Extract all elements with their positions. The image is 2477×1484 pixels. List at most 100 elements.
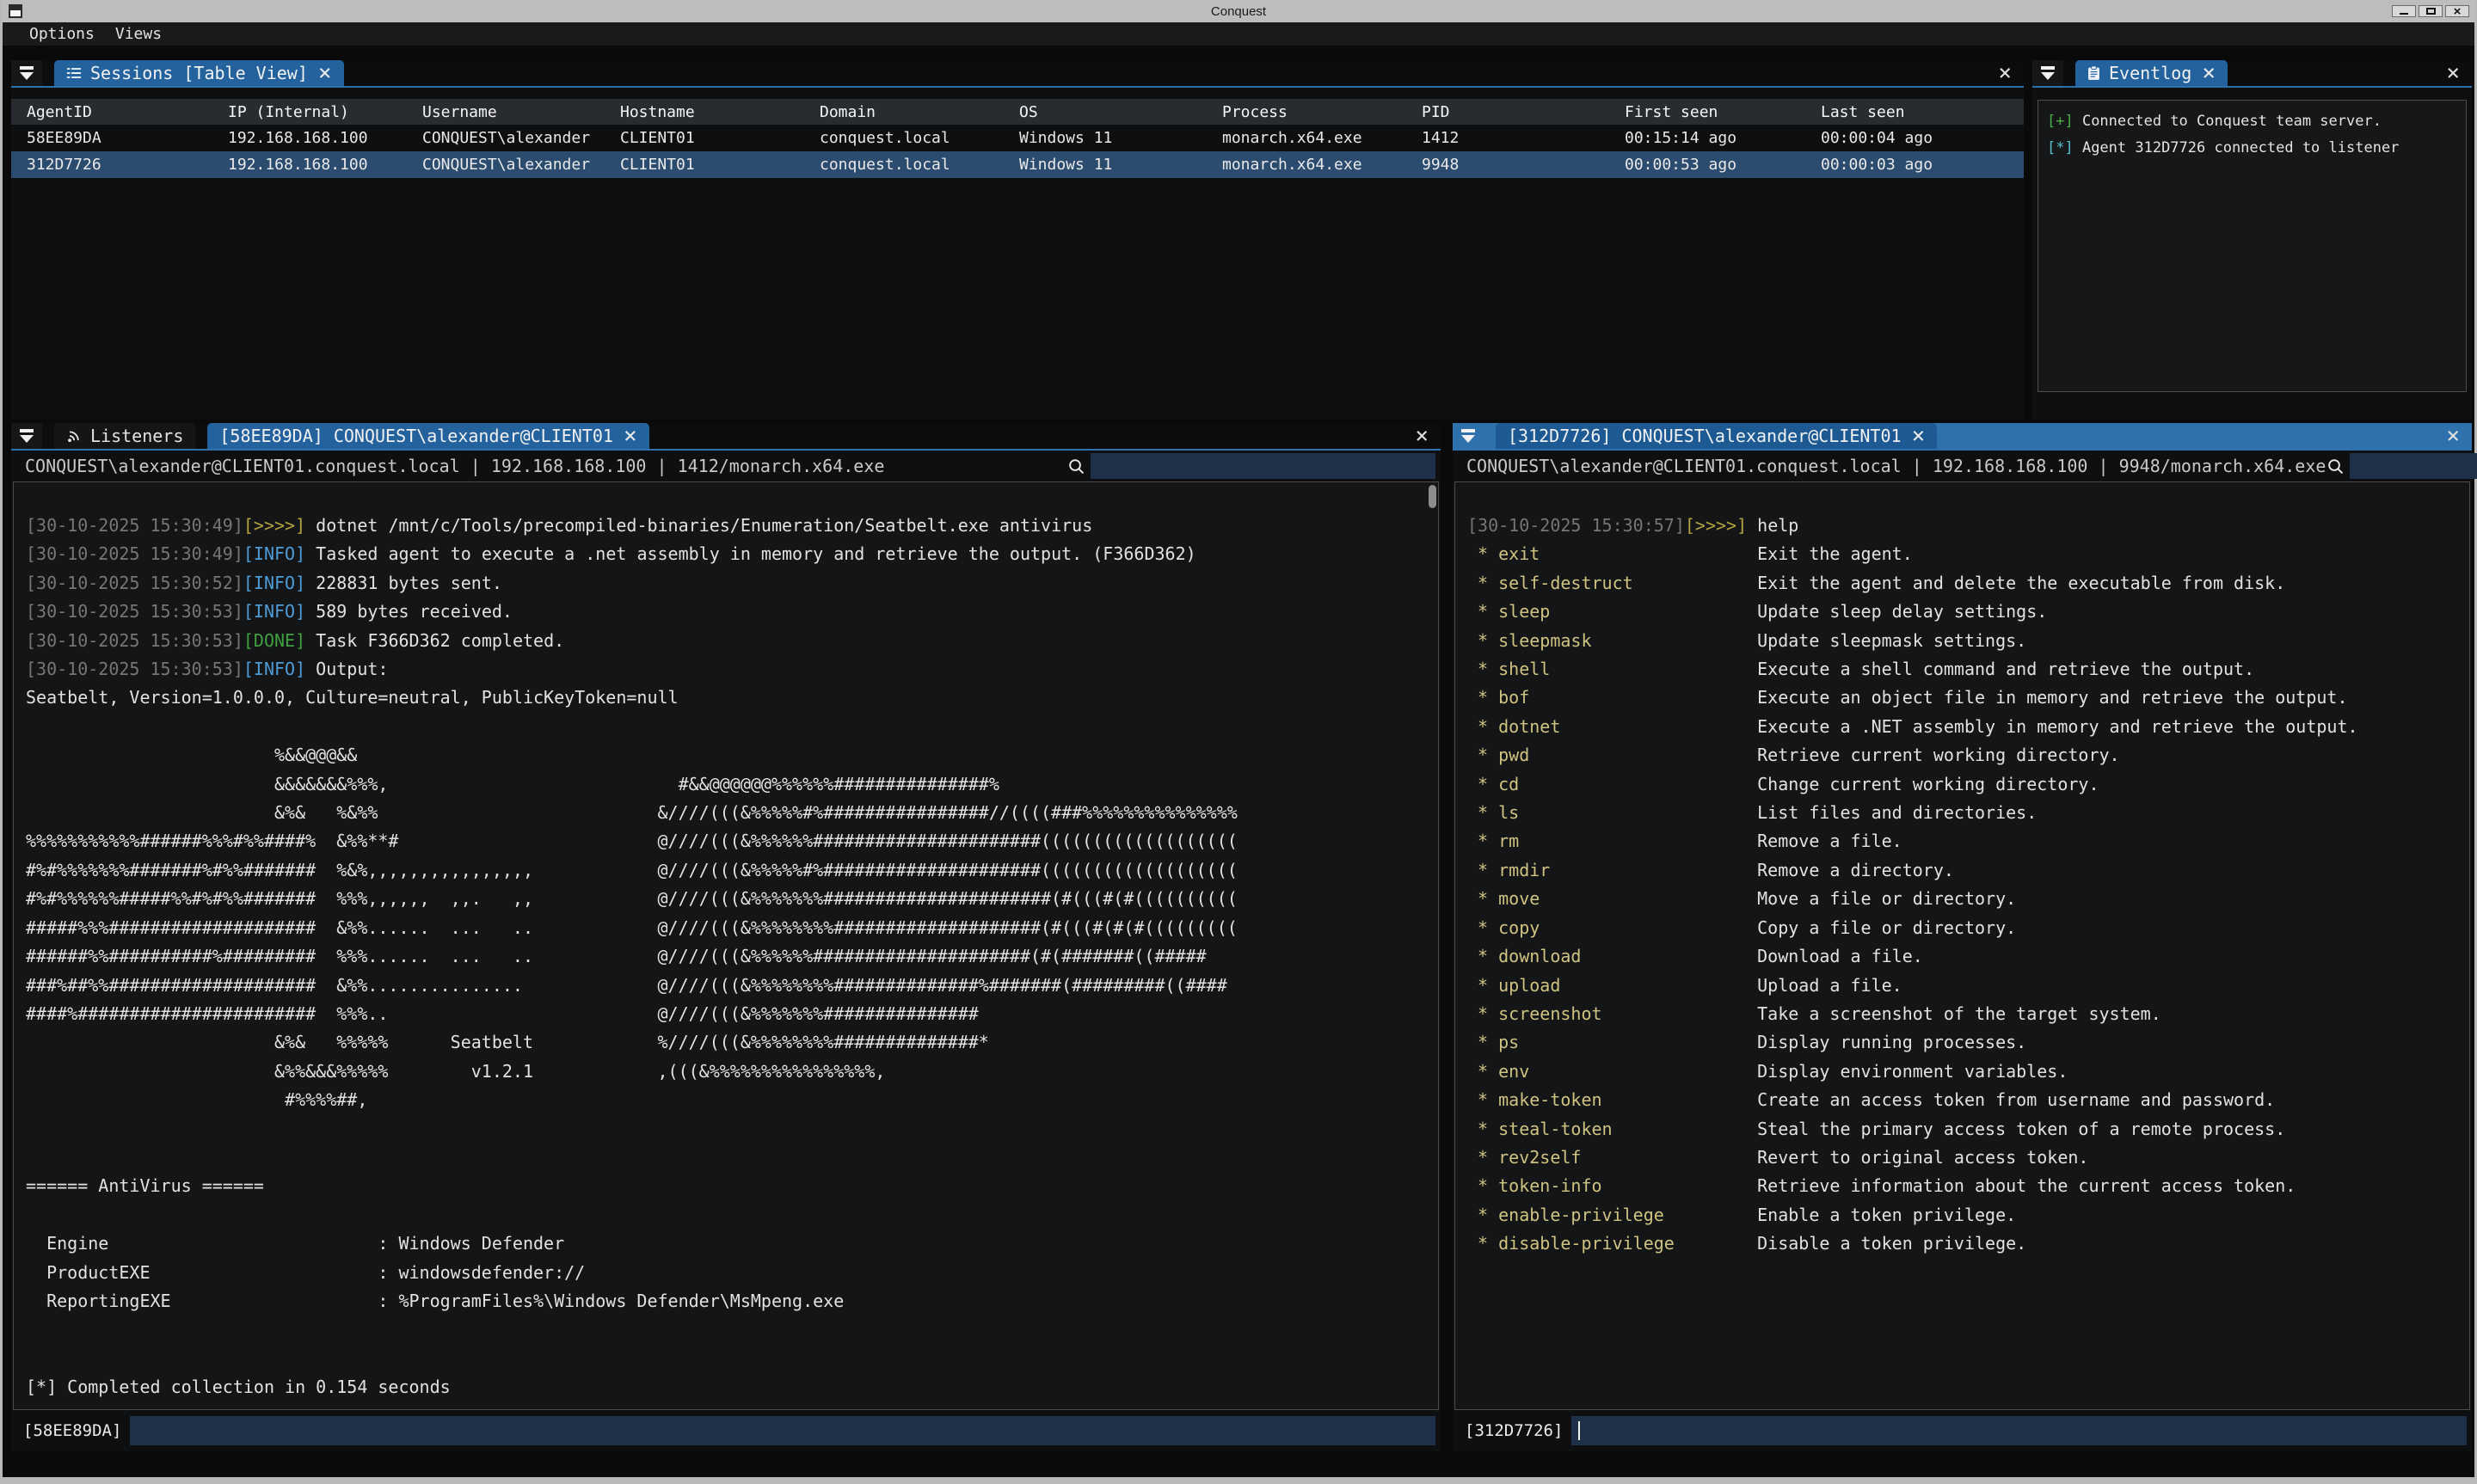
session-cell: 312D7726 bbox=[11, 151, 212, 178]
agent-status-bar: CONQUEST\alexander@CLIENT01.conquest.loc… bbox=[1453, 451, 2472, 481]
terminal-line: Engine : Windows Defender bbox=[26, 1230, 1426, 1258]
close-panel-icon[interactable]: × bbox=[2434, 62, 2472, 84]
close-panel-icon[interactable]: × bbox=[1403, 425, 1441, 447]
session-cell: 00:00:03 ago bbox=[1805, 151, 2024, 178]
column-header[interactable]: IP (Internal) bbox=[212, 99, 407, 125]
prompt-agent-id: [58EE89DA] bbox=[23, 1421, 121, 1440]
tab-label: [58EE89DA] CONQUEST\alexander@CLIENT01 bbox=[219, 426, 613, 446]
search-icon bbox=[2326, 457, 2345, 475]
sessions-tabstrip: Sessions [Table View] × × bbox=[11, 60, 2024, 88]
terminal-line: ====== AntiVirus ====== bbox=[26, 1172, 1426, 1200]
search-icon bbox=[1067, 457, 1085, 475]
search-input[interactable] bbox=[2350, 453, 2477, 479]
column-header[interactable]: Process bbox=[1207, 99, 1406, 125]
collapse-panel-button[interactable] bbox=[2032, 60, 2063, 86]
tab-label: Eventlog bbox=[2109, 63, 2191, 83]
terminal-line: ###%##%%#################### &%%........… bbox=[26, 972, 1426, 1000]
column-header[interactable]: Username bbox=[407, 99, 605, 125]
session-cell: CONQUEST\alexander bbox=[407, 151, 605, 178]
tab-label: Listeners bbox=[90, 426, 183, 446]
collapse-panel-button[interactable] bbox=[11, 60, 42, 86]
session-cell: monarch.x64.exe bbox=[1207, 125, 1406, 151]
menu-item-views[interactable]: Views bbox=[106, 25, 171, 43]
session-cell: 00:00:53 ago bbox=[1609, 151, 1805, 178]
menu-item-options[interactable]: Options bbox=[20, 25, 104, 43]
terminal-line: * uploadUpload a file. bbox=[1467, 972, 2457, 1000]
scrollbar-thumb[interactable] bbox=[1429, 485, 1436, 508]
terminal-output[interactable]: [30-10-2025 15:30:57][>>>>] help * exitE… bbox=[1454, 481, 2470, 1410]
session-row-312D7726[interactable]: 312D7726192.168.168.100CONQUEST\alexande… bbox=[11, 151, 2024, 178]
collapse-panel-button[interactable] bbox=[1453, 423, 1484, 449]
collapse-panel-button[interactable] bbox=[11, 423, 42, 449]
list-icon bbox=[66, 65, 82, 81]
tab-label: Sessions [Table View] bbox=[90, 63, 308, 83]
close-button[interactable]: × bbox=[2445, 5, 2469, 17]
agent-context-info: CONQUEST\alexander@CLIENT01.conquest.loc… bbox=[11, 456, 884, 476]
close-tab-icon[interactable]: × bbox=[1910, 427, 1926, 445]
terminal-line: * disable-privilegeDisable a token privi… bbox=[1467, 1230, 2457, 1258]
close-panel-icon[interactable]: × bbox=[2434, 425, 2472, 447]
terminal-line: * dotnetExecute a .NET assembly in memor… bbox=[1467, 713, 2457, 741]
minimize-button[interactable] bbox=[2392, 5, 2416, 17]
session-cell: 58EE89DA bbox=[11, 125, 212, 151]
terminal-line: &%%&&&%%%%% v1.2.1 ,(((&%%%%%%%%%%%%%%%%… bbox=[26, 1058, 1426, 1086]
column-header[interactable]: PID bbox=[1406, 99, 1609, 125]
terminal-line: [30-10-2025 15:30:53][INFO] Output: bbox=[26, 655, 1426, 684]
session-cell: Windows 11 bbox=[1004, 151, 1207, 178]
search-input[interactable] bbox=[1091, 453, 1435, 479]
terminal-line: [30-10-2025 15:30:49][>>>>] dotnet /mnt/… bbox=[26, 512, 1426, 540]
column-header[interactable]: First seen bbox=[1609, 99, 1805, 125]
tab-agent-312D7726[interactable]: [312D7726] CONQUEST\alexander@CLIENT01 × bbox=[1496, 423, 1937, 449]
terminal-line: * token-infoRetrieve information about t… bbox=[1467, 1172, 2457, 1200]
terminal-line: [30-10-2025 15:30:57][>>>>] help bbox=[1467, 512, 2457, 540]
column-header[interactable]: Domain bbox=[804, 99, 1004, 125]
terminal-line: * screenshotTake a screenshot of the tar… bbox=[1467, 1000, 2457, 1028]
terminal-line: * enable-privilegeEnable a token privile… bbox=[1467, 1201, 2457, 1230]
session-cell: conquest.local bbox=[804, 125, 1004, 151]
terminal-line: * bofExecute an object file in memory an… bbox=[1467, 684, 2457, 712]
terminal-line: &%& %&%% &////(((&%%%%%#%###############… bbox=[26, 799, 1426, 827]
terminal-line bbox=[26, 1345, 1426, 1373]
session-cell: CLIENT01 bbox=[605, 125, 804, 151]
tab-listeners[interactable]: Listeners bbox=[54, 423, 195, 449]
signal-icon bbox=[66, 428, 82, 444]
column-header[interactable]: OS bbox=[1004, 99, 1207, 125]
terminal-output[interactable]: [30-10-2025 15:30:49][>>>>] dotnet /mnt/… bbox=[13, 481, 1439, 1410]
maximize-button[interactable] bbox=[2419, 5, 2443, 17]
terminal-line: %&&@@@&& bbox=[26, 741, 1426, 770]
column-header[interactable]: Hostname bbox=[605, 99, 804, 125]
terminal-line bbox=[26, 1315, 1426, 1344]
close-tab-icon[interactable]: × bbox=[317, 64, 332, 82]
terminal-line: &%& %%%%% Seatbelt %////(((&%%%%%%%%####… bbox=[26, 1028, 1426, 1057]
tab-sessions-table-view[interactable]: Sessions [Table View] × bbox=[54, 60, 344, 86]
terminal-line: * downloadDownload a file. bbox=[1467, 942, 2457, 971]
text-cursor bbox=[1578, 1421, 1580, 1440]
terminal-line: Seatbelt, Version=1.0.0.0, Culture=neutr… bbox=[26, 684, 1426, 712]
terminal-line bbox=[26, 713, 1426, 741]
sessions-panel: Sessions [Table View] × × AgentIDIP (Int… bbox=[11, 60, 2024, 420]
close-tab-icon[interactable]: × bbox=[2200, 64, 2216, 82]
agent-terminal-panel-58EE89DA: Listeners [58EE89DA] CONQUEST\alexander@… bbox=[11, 423, 1441, 1451]
agent-status-bar: CONQUEST\alexander@CLIENT01.conquest.loc… bbox=[11, 451, 1441, 481]
command-input[interactable] bbox=[1571, 1416, 2467, 1445]
prompt-agent-id: [312D7726] bbox=[1465, 1421, 1563, 1440]
session-cell: 9948 bbox=[1406, 151, 1609, 178]
terminal-line: ProductEXE : windowsdefender:// bbox=[26, 1259, 1426, 1287]
window-titlebar: Conquest × bbox=[3, 0, 2474, 22]
session-cell: 1412 bbox=[1406, 125, 1609, 151]
terminal-line: #%#%%%%%%#####%%#%#%%####### %%%,,,,,, ,… bbox=[26, 885, 1426, 913]
terminal-line: [30-10-2025 15:30:53][DONE] Task F366D36… bbox=[26, 627, 1426, 655]
command-input[interactable] bbox=[130, 1416, 1435, 1445]
close-panel-icon[interactable]: × bbox=[1986, 62, 2024, 84]
session-cell: 00:00:04 ago bbox=[1805, 125, 2024, 151]
tab-eventlog[interactable]: Eventlog × bbox=[2075, 60, 2228, 86]
session-row-58EE89DA[interactable]: 58EE89DA192.168.168.100CONQUEST\alexande… bbox=[11, 125, 2024, 151]
close-tab-icon[interactable]: × bbox=[622, 427, 637, 445]
terminal-line: * lsList files and directories. bbox=[1467, 799, 2457, 827]
terminal-line: #%#%%%%%%%#######%#%%####### %&%,,,,,,,,… bbox=[26, 856, 1426, 885]
session-cell: Windows 11 bbox=[1004, 125, 1207, 151]
tab-agent-58EE89DA[interactable]: [58EE89DA] CONQUEST\alexander@CLIENT01 × bbox=[207, 423, 648, 449]
column-header[interactable]: AgentID bbox=[11, 99, 212, 125]
terminal-line: * self-destructExit the agent and delete… bbox=[1467, 569, 2457, 598]
column-header[interactable]: Last seen bbox=[1805, 99, 2024, 125]
